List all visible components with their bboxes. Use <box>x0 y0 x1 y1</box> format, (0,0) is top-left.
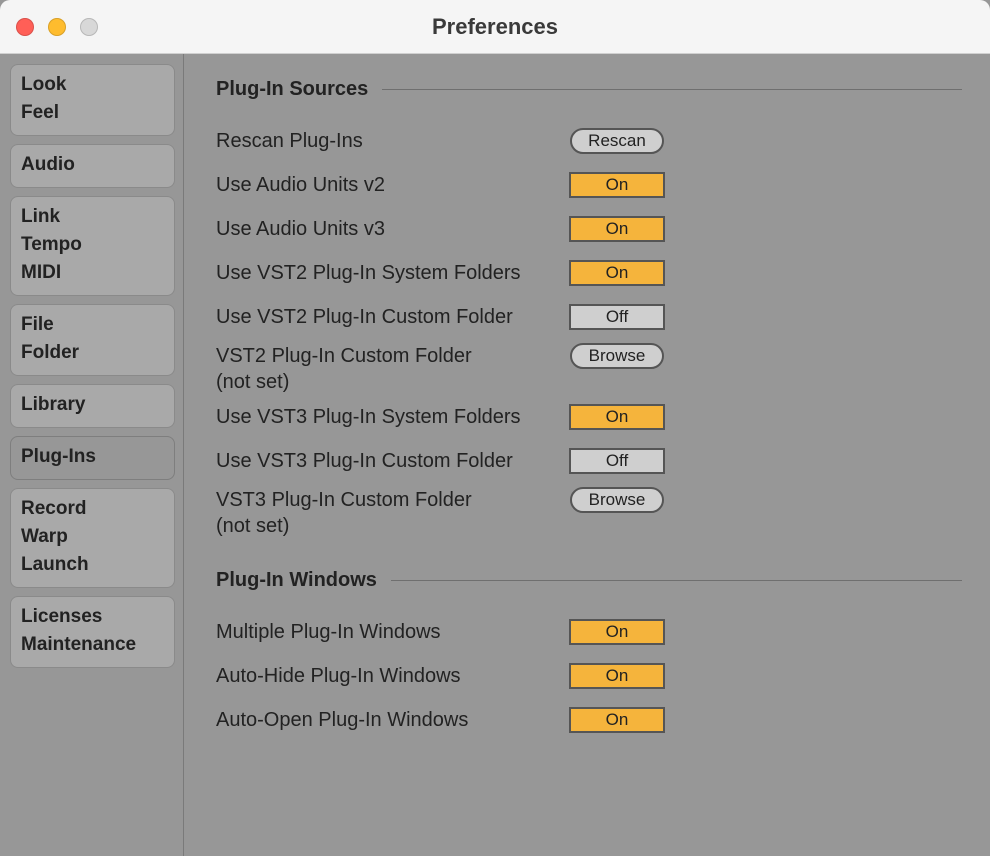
divider <box>382 89 962 90</box>
window-controls <box>16 18 98 36</box>
sidebar-item-label: Link <box>21 203 164 231</box>
label-rescan: Rescan Plug-Ins <box>216 128 562 154</box>
label-au-v3: Use Audio Units v3 <box>216 216 562 242</box>
row-autohide-windows: Auto-Hide Plug-In Windows On <box>216 654 962 698</box>
sidebar-item-file-folder[interactable]: FileFolder <box>10 304 175 376</box>
sidebar-item-label: Look <box>21 71 164 99</box>
row-vst2-browse: VST2 Plug-In Custom Folder (not set) Bro… <box>216 339 962 395</box>
window-title: Preferences <box>432 14 558 40</box>
row-vst3-browse: VST3 Plug-In Custom Folder (not set) Bro… <box>216 483 962 539</box>
label-autoopen-windows: Auto-Open Plug-In Windows <box>216 707 562 733</box>
section-title-windows: Plug-In Windows <box>216 569 377 592</box>
row-vst2-sys: Use VST2 Plug-In System Folders On <box>216 251 962 295</box>
toggle-vst3-sys[interactable]: On <box>569 404 665 430</box>
label-multiple-windows: Multiple Plug-In Windows <box>216 619 562 645</box>
row-autoopen-windows: Auto-Open Plug-In Windows On <box>216 698 962 742</box>
sidebar-item-label: Record <box>21 495 164 523</box>
section-title-sources: Plug-In Sources <box>216 78 368 101</box>
sidebar-item-label: Library <box>21 391 164 419</box>
section-header-sources: Plug-In Sources <box>216 78 962 101</box>
toggle-au-v2[interactable]: On <box>569 172 665 198</box>
toggle-vst2-custom[interactable]: Off <box>569 304 665 330</box>
sidebar-item-label: File <box>21 311 164 339</box>
label-vst3-browse-main: VST3 Plug-In Custom Folder <box>216 489 472 511</box>
sidebar-item-record-warp-launch[interactable]: RecordWarpLaunch <box>10 488 175 588</box>
row-multiple-windows: Multiple Plug-In Windows On <box>216 610 962 654</box>
sidebar-item-label: Tempo <box>21 231 164 259</box>
section-header-windows: Plug-In Windows <box>216 569 962 592</box>
label-vst3-browse: VST3 Plug-In Custom Folder (not set) <box>216 487 562 539</box>
row-vst3-custom: Use VST3 Plug-In Custom Folder Off <box>216 439 962 483</box>
row-vst2-custom: Use VST2 Plug-In Custom Folder Off <box>216 295 962 339</box>
sidebar-item-label: Feel <box>21 99 164 127</box>
row-au-v2: Use Audio Units v2 On <box>216 163 962 207</box>
toggle-vst3-custom[interactable]: Off <box>569 448 665 474</box>
toggle-vst2-sys[interactable]: On <box>569 260 665 286</box>
browse-vst2-button[interactable]: Browse <box>570 343 664 369</box>
toggle-multiple-windows[interactable]: On <box>569 619 665 645</box>
label-vst2-browse-sub: (not set) <box>216 369 562 395</box>
sidebar-item-label: Audio <box>21 151 164 179</box>
label-vst2-custom: Use VST2 Plug-In Custom Folder <box>216 304 562 330</box>
titlebar: Preferences <box>0 0 990 54</box>
sidebar-item-licenses-maintenance[interactable]: LicensesMaintenance <box>10 596 175 668</box>
sidebar: LookFeel Audio LinkTempoMIDI FileFolder Libr… <box>0 54 184 856</box>
rescan-button[interactable]: Rescan <box>570 128 664 154</box>
zoom-icon[interactable] <box>80 18 98 36</box>
sidebar-item-label: MIDI <box>21 259 164 287</box>
toggle-autohide-windows[interactable]: On <box>569 663 665 689</box>
browse-vst3-button[interactable]: Browse <box>570 487 664 513</box>
divider <box>391 580 962 581</box>
sidebar-item-label: Folder <box>21 339 164 367</box>
sidebar-item-look-feel[interactable]: LookFeel <box>10 64 175 136</box>
label-vst2-sys: Use VST2 Plug-In System Folders <box>216 260 562 286</box>
sidebar-item-label: Launch <box>21 551 164 579</box>
sidebar-item-plug-ins[interactable]: Plug-Ins <box>10 436 175 480</box>
label-vst2-browse: VST2 Plug-In Custom Folder (not set) <box>216 343 562 395</box>
label-vst3-sys: Use VST3 Plug-In System Folders <box>216 404 562 430</box>
row-au-v3: Use Audio Units v3 On <box>216 207 962 251</box>
label-vst3-browse-sub: (not set) <box>216 513 562 539</box>
close-icon[interactable] <box>16 18 34 36</box>
sidebar-item-label: Plug-Ins <box>21 443 164 471</box>
toggle-autoopen-windows[interactable]: On <box>569 707 665 733</box>
minimize-icon[interactable] <box>48 18 66 36</box>
sidebar-item-label: Warp <box>21 523 164 551</box>
sidebar-item-library[interactable]: Library <box>10 384 175 428</box>
label-vst2-browse-main: VST2 Plug-In Custom Folder <box>216 345 472 367</box>
toggle-au-v3[interactable]: On <box>569 216 665 242</box>
label-autohide-windows: Auto-Hide Plug-In Windows <box>216 663 562 689</box>
label-au-v2: Use Audio Units v2 <box>216 172 562 198</box>
sidebar-item-label: Maintenance <box>21 631 164 659</box>
row-vst3-sys: Use VST3 Plug-In System Folders On <box>216 395 962 439</box>
sidebar-item-audio[interactable]: Audio <box>10 144 175 188</box>
content-pane: Plug-In Sources Rescan Plug-Ins Rescan U… <box>184 54 990 856</box>
row-rescan: Rescan Plug-Ins Rescan <box>216 119 962 163</box>
sidebar-item-link-tempo-midi[interactable]: LinkTempoMIDI <box>10 196 175 296</box>
sidebar-item-label: Licenses <box>21 603 164 631</box>
label-vst3-custom: Use VST3 Plug-In Custom Folder <box>216 448 562 474</box>
